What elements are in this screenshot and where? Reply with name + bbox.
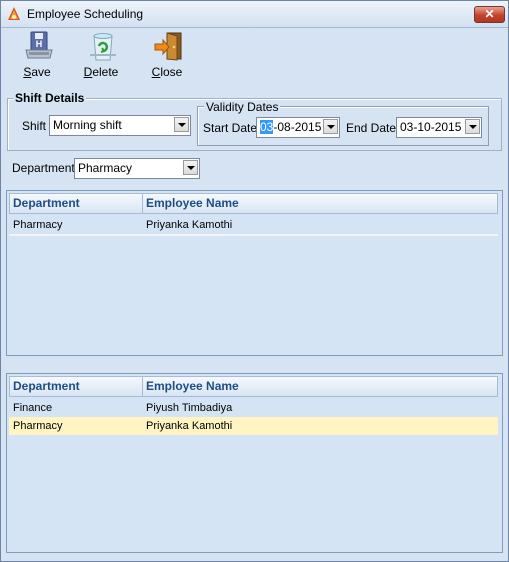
toolbar: H Save Delete Close: [1, 28, 508, 83]
chevron-down-icon[interactable]: [465, 119, 480, 134]
grid-header: Department Employee Name: [9, 193, 498, 214]
exit-door-icon: [154, 32, 182, 61]
close-label: Close: [151, 65, 183, 79]
column-header-department[interactable]: Department: [10, 194, 143, 213]
start-date-rest: -08-2015: [273, 120, 322, 134]
table-row[interactable]: Finance Piyush Timbadiya: [9, 399, 498, 417]
cell-employee-name: Priyanka Kamothi: [146, 420, 233, 432]
grid-header: Department Employee Name: [9, 376, 498, 397]
title-bar[interactable]: Employee Scheduling ✕: [1, 1, 508, 28]
floppy-disk-icon: H: [25, 31, 53, 59]
start-date-day-selected[interactable]: 03: [260, 120, 274, 134]
app-icon: [8, 7, 20, 20]
delete-label: Delete: [83, 65, 119, 79]
cell-department: Pharmacy: [13, 420, 63, 432]
svg-text:H: H: [36, 39, 43, 49]
window-title: Employee Scheduling: [27, 7, 144, 21]
shift-select[interactable]: Morning shift: [49, 115, 191, 136]
department-label: Department: [12, 161, 75, 175]
employee-scheduling-window: Employee Scheduling ✕ H Save Delete Clos…: [0, 0, 509, 562]
save-label: Save: [23, 65, 51, 79]
shift-value: Morning shift: [53, 118, 122, 132]
column-header-employee-name[interactable]: Employee Name: [143, 377, 497, 396]
end-date-label: End Date: [346, 121, 397, 135]
start-date-label: Start Date: [203, 121, 258, 135]
cell-department: Finance: [13, 402, 53, 414]
table-row-selected[interactable]: Pharmacy Priyanka Kamothi: [9, 417, 498, 435]
recycle-bin-icon: [90, 33, 116, 61]
close-button[interactable]: Close: [141, 30, 193, 82]
delete-button[interactable]: Delete: [75, 30, 127, 82]
chevron-down-icon[interactable]: [174, 117, 189, 132]
department-value: Pharmacy: [78, 161, 133, 175]
shift-details-legend: Shift Details: [13, 91, 87, 105]
save-button[interactable]: H Save: [11, 30, 63, 82]
table-row[interactable]: Pharmacy Priyanka Kamothi: [9, 216, 498, 236]
end-date-value: 03-10-2015: [400, 120, 462, 134]
shift-label: Shift: [22, 119, 47, 133]
department-select[interactable]: Pharmacy: [74, 158, 200, 179]
cell-employee-name: Priyanka Kamothi: [146, 219, 233, 231]
start-date-picker[interactable]: 03-08-2015: [256, 117, 340, 138]
validity-dates-legend: Validity Dates: [204, 100, 281, 114]
cell-employee-name: Piyush Timbadiya: [146, 402, 233, 414]
cell-department: Pharmacy: [13, 219, 63, 231]
window-close-button[interactable]: ✕: [474, 6, 505, 23]
end-date-picker[interactable]: 03-10-2015: [396, 117, 482, 138]
column-header-employee-name[interactable]: Employee Name: [143, 194, 497, 213]
available-employees-grid[interactable]: Department Employee Name Pharmacy Priyan…: [6, 190, 503, 356]
chevron-down-icon[interactable]: [323, 119, 338, 134]
scheduled-employees-grid[interactable]: Department Employee Name Finance Piyush …: [6, 373, 503, 553]
column-header-department[interactable]: Department: [10, 377, 143, 396]
chevron-down-icon[interactable]: [183, 160, 198, 175]
